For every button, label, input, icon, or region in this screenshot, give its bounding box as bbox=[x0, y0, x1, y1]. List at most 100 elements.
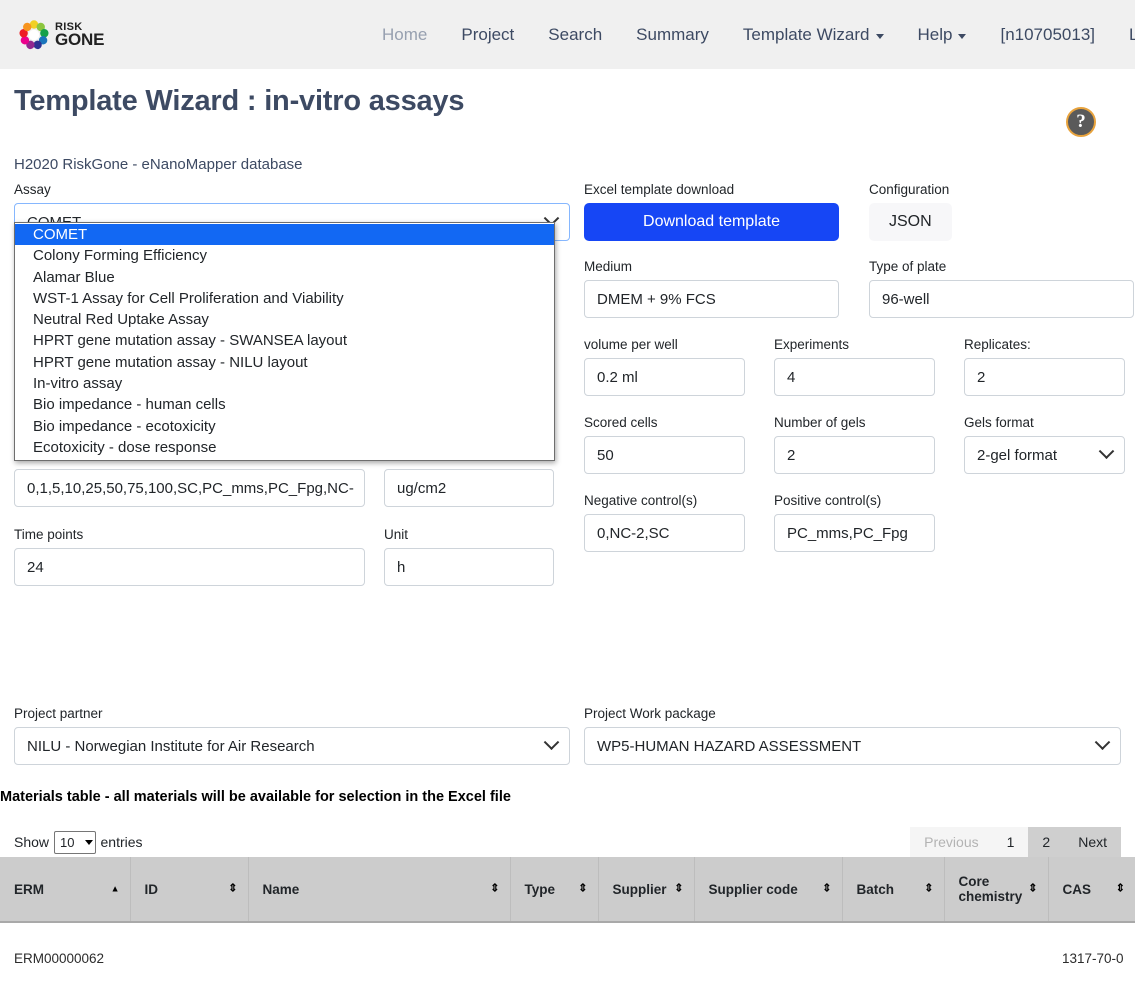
sort-none-icon: ⇕ bbox=[1028, 884, 1037, 895]
datatable-toolbar: Show 10 entries Previous 1 2 Next bbox=[14, 827, 1121, 857]
brand-line-gone: GONE bbox=[55, 32, 104, 48]
nav-item-template-wizard-label: Template Wizard bbox=[743, 25, 870, 45]
nav-item-logout-label: Log out bbox=[1129, 25, 1135, 45]
help-icon-glyph: ? bbox=[1076, 111, 1086, 133]
assay-option[interactable]: COMET bbox=[15, 224, 554, 245]
assay-option[interactable]: Neutral Red Uptake Assay bbox=[15, 309, 554, 330]
time-unit-value: h bbox=[397, 559, 405, 576]
assay-option[interactable]: In-vitro assay bbox=[15, 373, 554, 394]
table-row[interactable]: ERM00000063 1314-13-2 bbox=[0, 994, 1135, 1006]
volume-per-well-label: volume per well bbox=[584, 337, 745, 353]
column-header-cas[interactable]: CAS ⇕ bbox=[1048, 857, 1135, 922]
page-title: Template Wizard : in-vitro assays bbox=[14, 85, 1121, 118]
chevron-down-icon bbox=[85, 840, 93, 845]
nav-item-username[interactable]: [n10705013] bbox=[983, 17, 1112, 53]
number-of-gels-label: Number of gels bbox=[774, 415, 935, 431]
concentrations-field: 0,1,5,10,25,50,75,100,SC,PC_mms,PC_Fpg,N… bbox=[14, 469, 365, 507]
partner-workpackage-row: Project partner NILU - Norwegian Institu… bbox=[14, 706, 1121, 765]
form-right-column: Excel template download Download templat… bbox=[584, 182, 1135, 552]
project-partner-value: NILU - Norwegian Institute for Air Resea… bbox=[27, 738, 315, 755]
cell-name bbox=[248, 922, 510, 994]
assay-select-options[interactable]: COMET Colony Forming Efficiency Alamar B… bbox=[14, 222, 555, 461]
medium-label: Medium bbox=[584, 259, 839, 275]
time-points-field: Time points 24 bbox=[14, 527, 365, 586]
volume-per-well-input[interactable]: 0.2 ml bbox=[584, 358, 745, 396]
plate-type-label: Type of plate bbox=[869, 259, 1134, 275]
table-row[interactable]: ERM00000062 1317-70-0 bbox=[0, 922, 1135, 994]
cell-erm: ERM00000063 bbox=[0, 994, 130, 1006]
pagination: Previous 1 2 Next bbox=[910, 827, 1121, 857]
assay-option[interactable]: WST-1 Assay for Cell Proliferation and V… bbox=[15, 288, 554, 309]
replicates-input[interactable]: 2 bbox=[964, 358, 1125, 396]
column-header-erm[interactable]: ERM ▲ bbox=[0, 857, 130, 922]
json-config-button[interactable]: JSON bbox=[869, 203, 952, 241]
gels-format-select[interactable]: 2-gel format bbox=[964, 436, 1125, 474]
concentration-unit-input[interactable]: ug/cm2 bbox=[384, 469, 554, 507]
assay-option[interactable]: HPRT gene mutation assay - SWANSEA layou… bbox=[15, 330, 554, 351]
sort-none-icon: ⇕ bbox=[674, 884, 683, 895]
concentrations-input[interactable]: 0,1,5,10,25,50,75,100,SC,PC_mms,PC_Fpg,N… bbox=[14, 469, 365, 507]
column-header-name[interactable]: Name ⇕ bbox=[248, 857, 510, 922]
time-points-row: Time points 24 Unit h bbox=[14, 527, 570, 586]
cell-cas: 1317-70-0 bbox=[1048, 922, 1135, 994]
column-header-id[interactable]: ID ⇕ bbox=[130, 857, 248, 922]
page-length-select[interactable]: 10 bbox=[54, 831, 95, 854]
gels-format-value: 2-gel format bbox=[977, 447, 1057, 464]
number-of-gels-input[interactable]: 2 bbox=[774, 436, 935, 474]
gels-format-label: Gels format bbox=[964, 415, 1125, 431]
work-package-value: WP5-HUMAN HAZARD ASSESSMENT bbox=[597, 738, 861, 755]
work-package-select[interactable]: WP5-HUMAN HAZARD ASSESSMENT bbox=[584, 727, 1121, 765]
concentration-unit-value: ug/cm2 bbox=[397, 480, 446, 497]
replicates-value: 2 bbox=[977, 369, 985, 386]
scored-cells-input[interactable]: 50 bbox=[584, 436, 745, 474]
project-partner-field: Project partner NILU - Norwegian Institu… bbox=[14, 706, 570, 765]
assay-option[interactable]: Ecotoxicity - dose response bbox=[15, 437, 554, 458]
medium-input[interactable]: DMEM + 9% FCS bbox=[584, 280, 839, 318]
assay-option[interactable]: Bio impedance - ecotoxicity bbox=[15, 416, 554, 437]
chevron-down-icon bbox=[1099, 443, 1115, 459]
nav-item-help[interactable]: Help bbox=[901, 17, 984, 53]
pagination-page-1[interactable]: 1 bbox=[993, 827, 1029, 857]
time-points-input[interactable]: 24 bbox=[14, 548, 365, 586]
cell-supplier-code bbox=[694, 994, 842, 1006]
column-header-batch[interactable]: Batch ⇕ bbox=[842, 857, 944, 922]
column-header-supplier-code[interactable]: Supplier code ⇕ bbox=[694, 857, 842, 922]
assay-option[interactable]: HPRT gene mutation assay - NILU layout bbox=[15, 352, 554, 373]
pagination-next[interactable]: Next bbox=[1064, 827, 1121, 857]
nav-item-logout[interactable]: Log out bbox=[1112, 17, 1135, 53]
pagination-previous[interactable]: Previous bbox=[910, 827, 992, 857]
column-label: Type bbox=[525, 882, 556, 897]
experiments-field: Experiments 4 bbox=[774, 337, 935, 396]
time-unit-input[interactable]: h bbox=[384, 548, 554, 586]
positive-controls-input[interactable]: PC_mms,PC_Fpg bbox=[774, 514, 935, 552]
cell-core-chemistry bbox=[944, 994, 1048, 1006]
nav-item-project[interactable]: Project bbox=[444, 17, 531, 53]
column-label: CAS bbox=[1063, 882, 1092, 897]
entries-length-control: Show 10 entries bbox=[14, 831, 143, 854]
scored-cells-value: 50 bbox=[597, 447, 614, 464]
assay-option[interactable]: Bio impedance - human cells bbox=[15, 394, 554, 415]
pagination-page-2[interactable]: 2 bbox=[1028, 827, 1064, 857]
plate-type-value: 96-well bbox=[882, 291, 930, 308]
assay-option[interactable]: Colony Forming Efficiency bbox=[15, 245, 554, 266]
project-partner-select[interactable]: NILU - Norwegian Institute for Air Resea… bbox=[14, 727, 570, 765]
chevron-down-icon bbox=[958, 34, 966, 39]
nav-item-template-wizard[interactable]: Template Wizard bbox=[726, 17, 901, 53]
nav-item-summary[interactable]: Summary bbox=[619, 17, 726, 53]
nav-item-search[interactable]: Search bbox=[531, 17, 619, 53]
plate-type-input[interactable]: 96-well bbox=[869, 280, 1134, 318]
assay-option[interactable]: Alamar Blue bbox=[15, 267, 554, 288]
nav-item-home[interactable]: Home bbox=[365, 17, 444, 53]
experiments-input[interactable]: 4 bbox=[774, 358, 935, 396]
replicates-field: Replicates: 2 bbox=[964, 337, 1125, 396]
chevron-down-icon bbox=[876, 34, 884, 39]
volume-per-well-value: 0.2 ml bbox=[597, 369, 638, 386]
column-header-supplier[interactable]: Supplier ⇕ bbox=[598, 857, 694, 922]
download-template-button[interactable]: Download template bbox=[584, 203, 839, 241]
column-header-type[interactable]: Type ⇕ bbox=[510, 857, 598, 922]
negative-controls-input[interactable]: 0,NC-2,SC bbox=[584, 514, 745, 552]
help-icon[interactable]: ? bbox=[1066, 107, 1096, 137]
scored-gels-row: Scored cells 50 Number of gels 2 Gels fo… bbox=[584, 415, 1135, 474]
brand-logo[interactable]: RISK GONE bbox=[18, 19, 104, 51]
column-header-core-chemistry[interactable]: Core chemistry ⇕ bbox=[944, 857, 1048, 922]
